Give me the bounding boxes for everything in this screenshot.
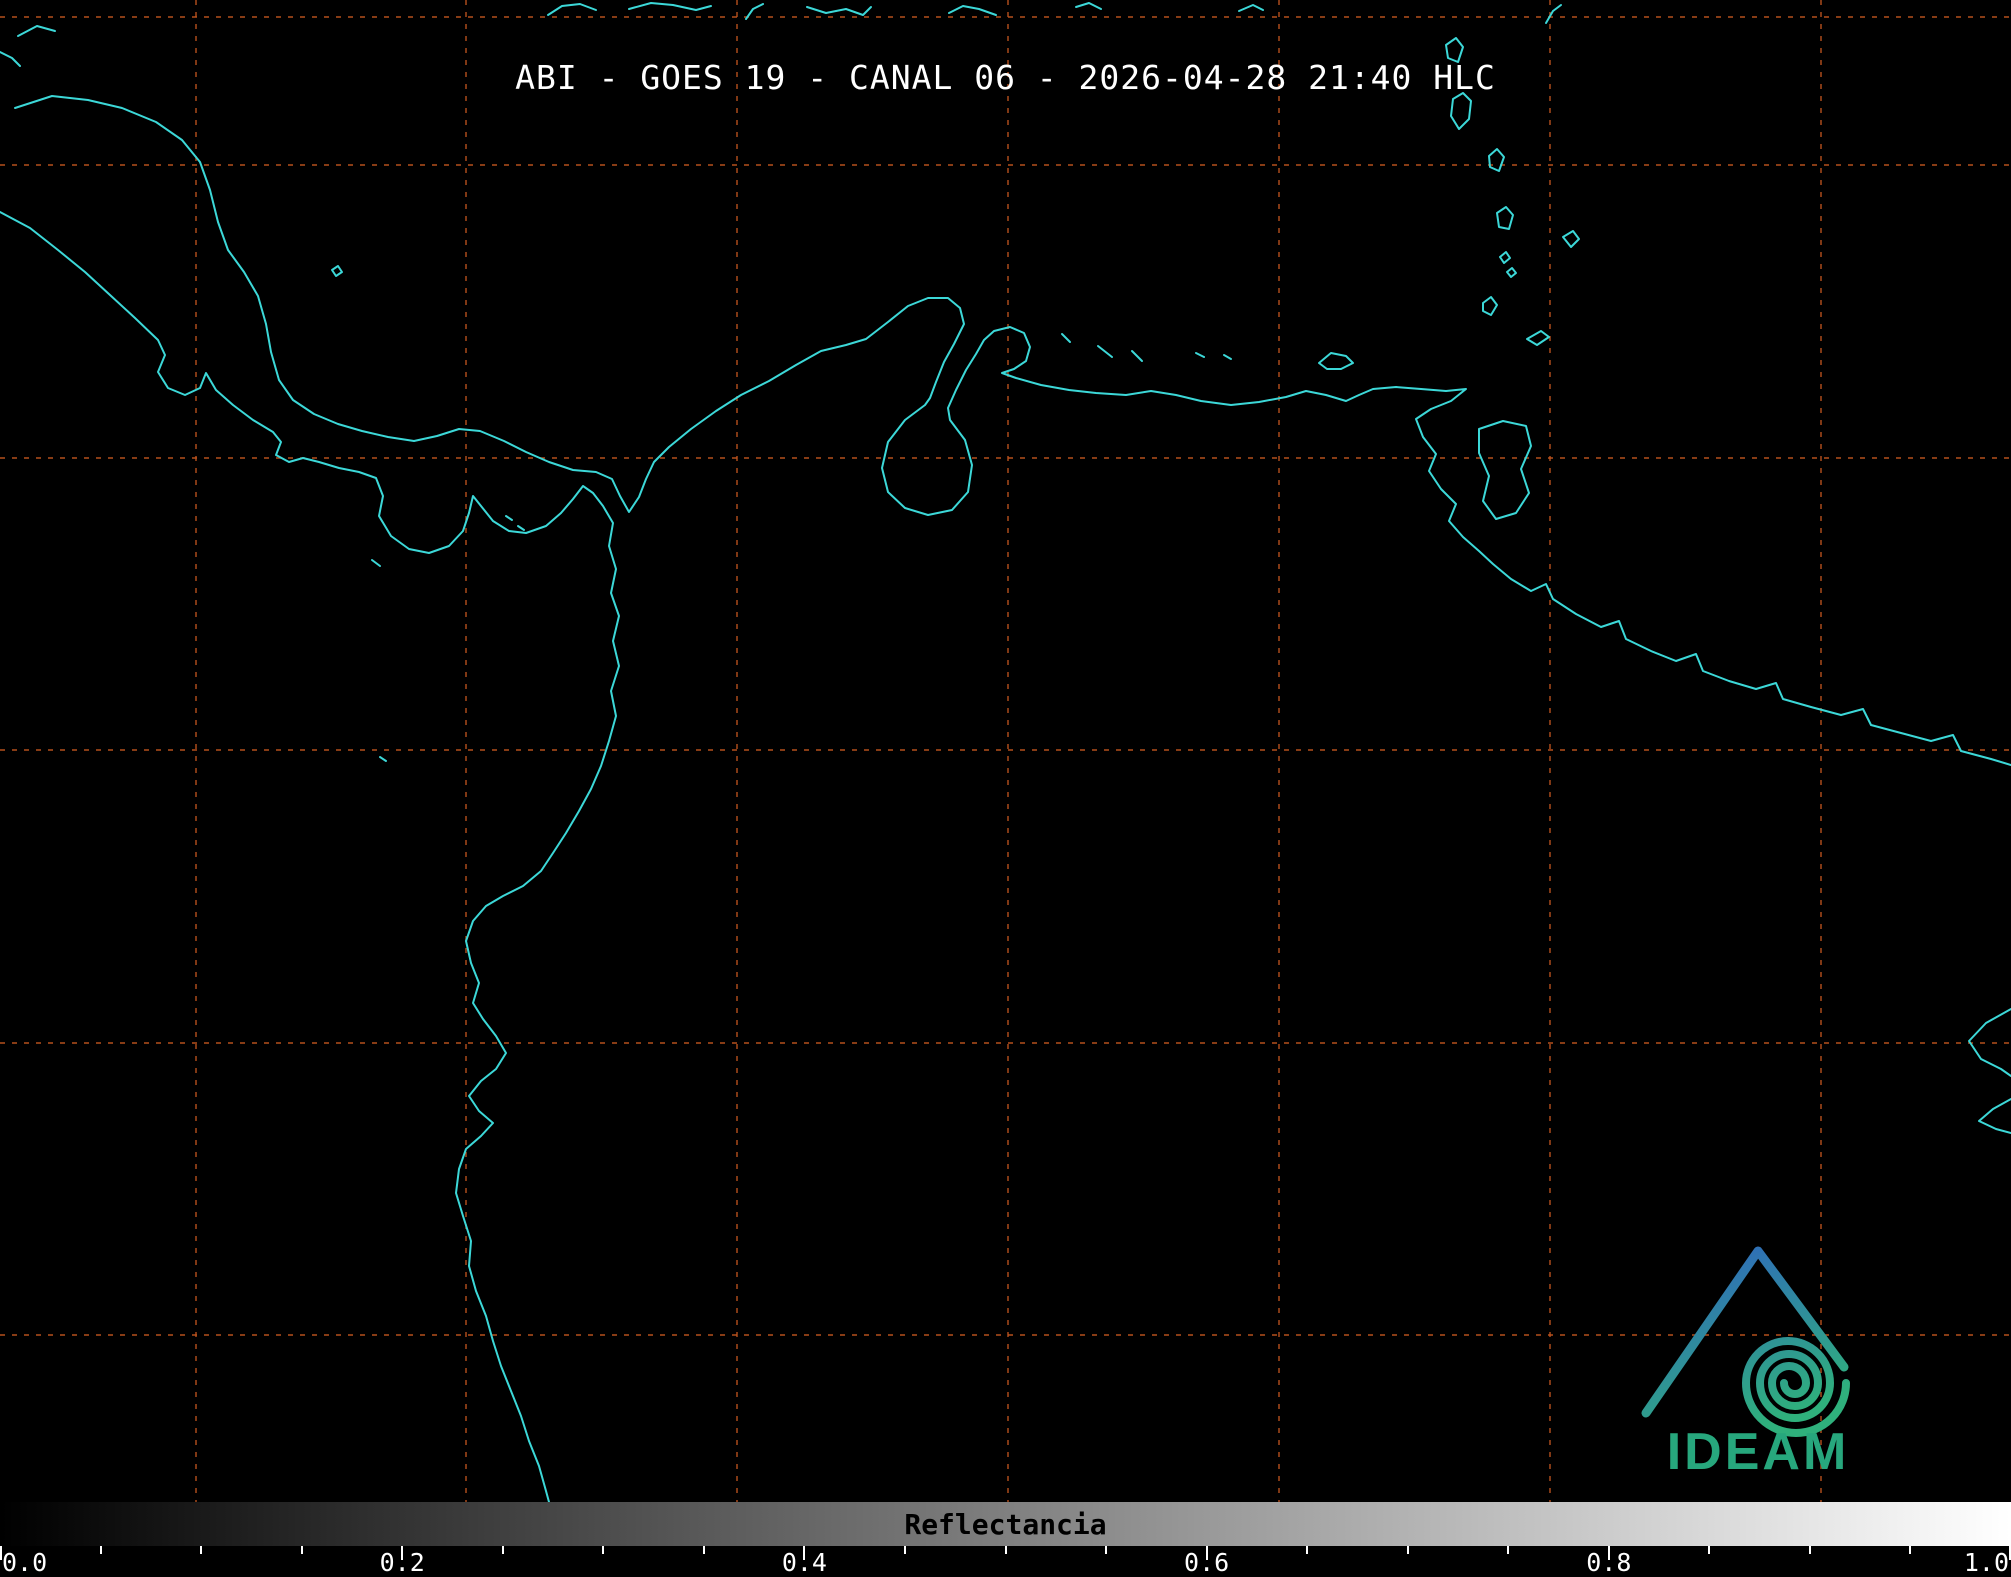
coastline-path [505,515,513,521]
colorbar: Reflectancia [0,1502,2011,1546]
coastline-path [628,2,712,11]
coastline-path [1075,2,1102,10]
colorbar-tick [1708,1546,1711,1554]
coastline-path [371,559,381,567]
colorbar-axis: 0.0 0.2 0.4 0.6 0.8 1.0 [0,1546,2011,1577]
coastline-path [1450,92,1472,130]
colorbar-tick-label: 0.2 [379,1548,425,1577]
colorbar-tick [1406,1546,1409,1554]
coastline-path [948,5,997,16]
colorbar-tick [702,1546,705,1554]
coastline-path [1318,352,1354,370]
colorbar-tick [99,1546,102,1554]
coastline-path [1562,230,1580,248]
colorbar-tick-label: 1.0 [1963,1548,2009,1577]
coastline-path [379,756,387,762]
colorbar-tick [300,1546,303,1554]
colorbar-tick [1105,1546,1108,1554]
coastline-path [17,25,56,37]
coastline-path [1499,251,1511,264]
logo-text: IDEAM [1667,1423,1850,1480]
coastline-path [517,525,525,531]
colorbar-tick [200,1546,203,1554]
coastline-path [1506,267,1517,278]
coastline-path [1131,350,1143,362]
ideam-logo: IDEAM [1641,1246,1850,1480]
colorbar-tick-label: 0.6 [1184,1548,1230,1577]
colorbar-tick [1909,1546,1912,1554]
coastline-path [1478,420,1532,520]
coastline-path [14,95,2011,766]
colorbar-tick [602,1546,605,1554]
coastline-path [1482,296,1498,316]
coastline-path [1978,1098,2011,1134]
coastline-path [1061,333,1071,343]
coastline-path [1223,354,1232,360]
colorbar-tick [501,1546,504,1554]
coastline-path [0,211,620,1502]
colorbar-tick [1507,1546,1510,1554]
satellite-image-product: ABI - GOES 19 - CANAL 06 - 2026-04-28 21… [0,0,2011,1577]
colorbar-tick-label: 0.8 [1586,1548,1632,1577]
map-area: ABI - GOES 19 - CANAL 06 - 2026-04-28 21… [0,0,2011,1502]
image-title: ABI - GOES 19 - CANAL 06 - 2026-04-28 21… [515,58,1496,97]
colorbar-tick [1306,1546,1309,1554]
colorbar-tick-label: 0.0 [2,1548,48,1577]
colorbar-tick [903,1546,906,1554]
colorbar-tick-label: 0.4 [781,1548,827,1577]
coastline-path [331,265,343,277]
coastline-path [1488,148,1505,172]
coastline-path [1496,206,1514,230]
coastline-path [1526,330,1550,346]
coastline-path [1195,352,1205,358]
colorbar-tick [1808,1546,1811,1554]
coastline-path [806,6,872,16]
coastline-path [1238,4,1264,12]
coastline-path [547,3,597,16]
coastline-path [1545,4,1562,24]
colorbar-tick [1004,1546,1007,1554]
coastline-path [1097,345,1113,358]
colorbar-label: Reflectancia [904,1507,1107,1541]
